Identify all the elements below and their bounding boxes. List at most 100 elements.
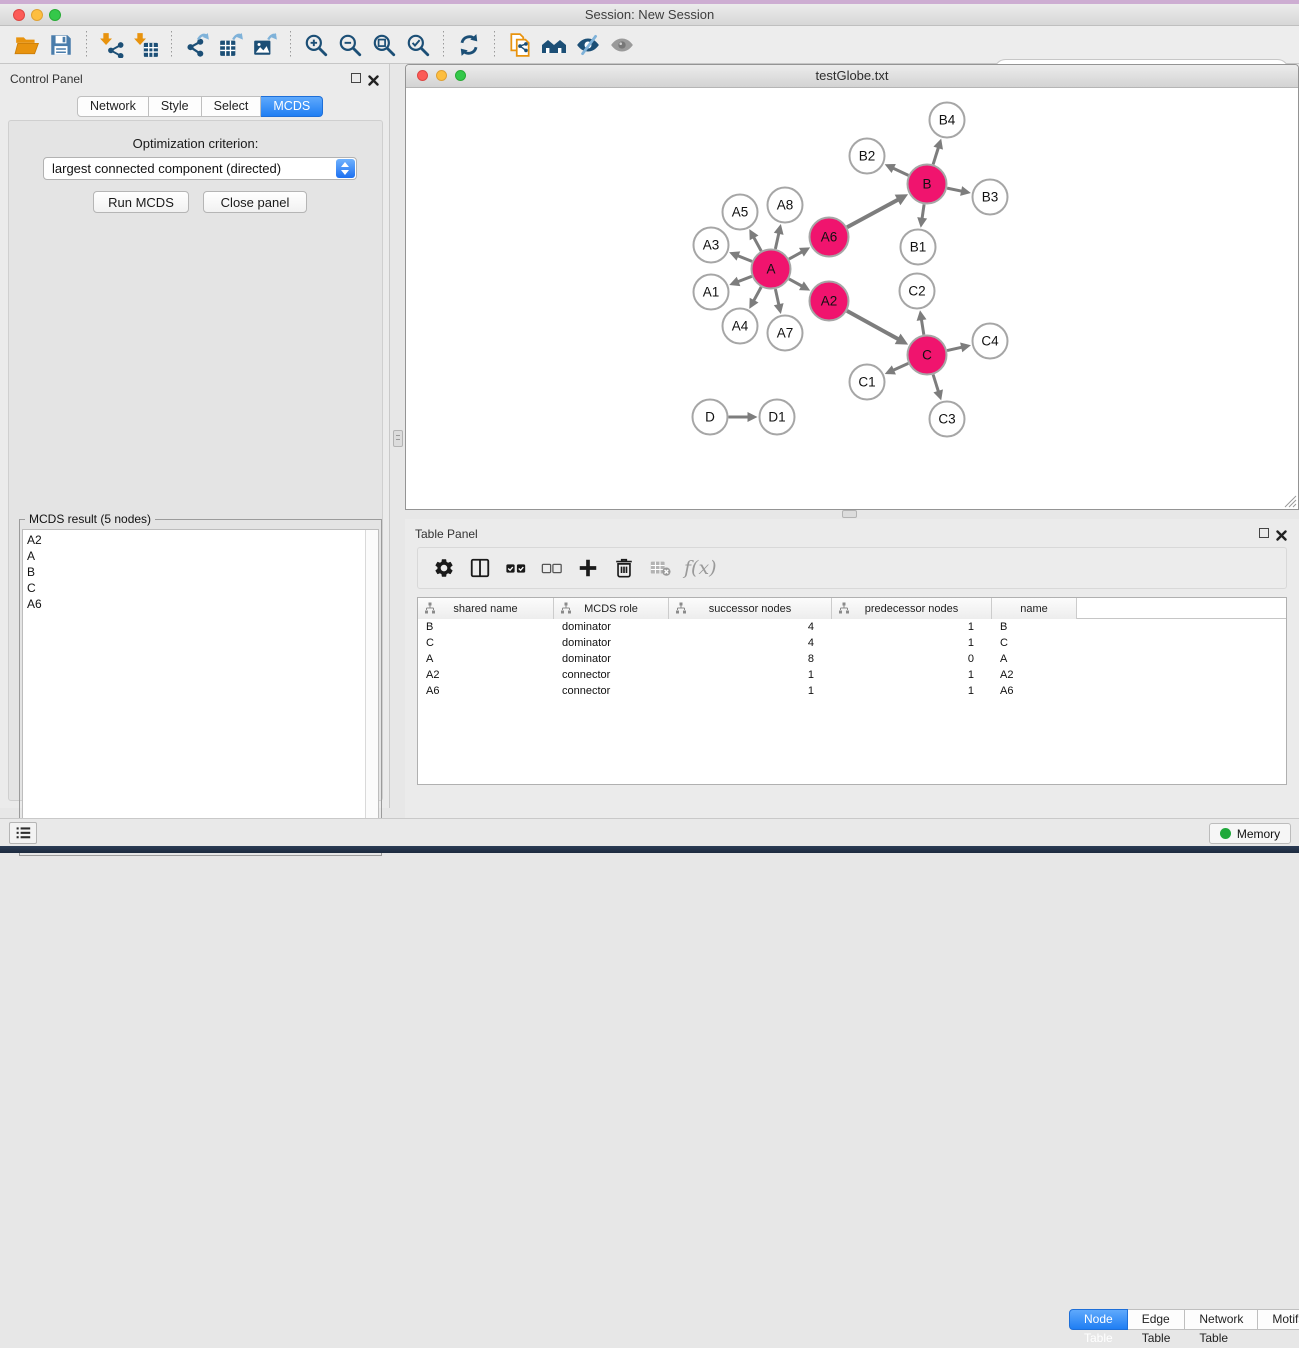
table-cell[interactable]: 1 xyxy=(669,667,832,683)
window-resize-grip[interactable] xyxy=(1284,495,1297,508)
run-mcds-button[interactable]: Run MCDS xyxy=(93,191,189,213)
table-cell[interactable]: 1 xyxy=(832,635,992,651)
memory-button[interactable]: Memory xyxy=(1209,823,1291,844)
zoom-in-button[interactable] xyxy=(299,29,333,61)
tab-edge-table[interactable]: Edge Table xyxy=(1128,1309,1186,1330)
table-cell[interactable]: 8 xyxy=(669,651,832,667)
close-panel-icon[interactable] xyxy=(1276,528,1287,539)
graph-edge-A-A2[interactable] xyxy=(789,279,803,287)
table-cell[interactable]: A2 xyxy=(418,667,554,683)
table-cell[interactable]: dominator xyxy=(554,651,669,667)
export-table-button[interactable] xyxy=(214,29,248,61)
result-list-scrollbar[interactable] xyxy=(365,530,378,852)
graph-edge-A-A1[interactable] xyxy=(737,276,752,282)
column-header-shared-name[interactable]: shared name xyxy=(418,598,554,619)
column-chooser-button[interactable] xyxy=(462,551,498,585)
hide-selected-button[interactable] xyxy=(571,29,605,61)
table-row[interactable]: A6connector11A6 xyxy=(418,683,1286,699)
tab-node-table[interactable]: Node Table xyxy=(1069,1309,1128,1330)
table-row[interactable]: Adominator80A xyxy=(418,651,1286,667)
graph-edge-B-B4[interactable] xyxy=(933,146,939,164)
result-list-item[interactable]: C xyxy=(27,580,364,596)
table-cell[interactable]: 1 xyxy=(669,683,832,699)
close-panel-icon[interactable] xyxy=(368,73,379,84)
table-cell[interactable]: C xyxy=(992,635,1077,651)
tab-motifs[interactable]: Motifs xyxy=(1258,1309,1299,1330)
export-image-button[interactable] xyxy=(248,29,282,61)
horizontal-splitter-grip[interactable] xyxy=(842,510,857,518)
float-panel-icon[interactable] xyxy=(351,73,361,83)
refresh-button[interactable] xyxy=(452,29,486,61)
table-cell[interactable]: A6 xyxy=(418,683,554,699)
graph-edge-C-C1[interactable] xyxy=(892,363,908,370)
table-cell[interactable]: 4 xyxy=(669,619,832,635)
table-cell[interactable]: C xyxy=(418,635,554,651)
graph-edge-A2-C[interactable] xyxy=(847,311,899,340)
new-network-from-selection-button[interactable] xyxy=(503,29,537,61)
zoom-fit-button[interactable] xyxy=(367,29,401,61)
column-header-name[interactable]: name xyxy=(992,598,1077,619)
graph-edge-B-B2[interactable] xyxy=(892,168,909,176)
graph-edge-C-C4[interactable] xyxy=(947,347,963,351)
zoom-out-button[interactable] xyxy=(333,29,367,61)
graph-edge-A-A3[interactable] xyxy=(737,255,752,261)
tab-network[interactable]: Network xyxy=(77,96,149,117)
minimize-view-button[interactable] xyxy=(436,70,447,81)
criterion-select[interactable]: largest connected component (directed) xyxy=(43,157,357,180)
float-panel-icon[interactable] xyxy=(1259,528,1269,538)
table-cell[interactable]: 1 xyxy=(832,619,992,635)
table-cell[interactable]: A xyxy=(418,651,554,667)
add-row-button[interactable] xyxy=(570,551,606,585)
tab-style[interactable]: Style xyxy=(149,96,202,117)
vertical-splitter-grip[interactable] xyxy=(393,430,403,447)
graph-edge-A-A7[interactable] xyxy=(775,289,779,306)
graph-edge-A-A8[interactable] xyxy=(775,232,779,249)
result-list-item[interactable]: B xyxy=(27,564,364,580)
graph-edge-A-A4[interactable] xyxy=(753,287,761,302)
import-network-button[interactable] xyxy=(95,29,129,61)
table-cell[interactable]: A xyxy=(992,651,1077,667)
graph-edge-A6-B[interactable] xyxy=(847,199,899,227)
graph-edge-C-C3[interactable] xyxy=(933,375,939,393)
task-history-button[interactable] xyxy=(9,822,37,844)
tab-mcds[interactable]: MCDS xyxy=(261,96,323,117)
column-header-successor-nodes[interactable]: successor nodes xyxy=(669,598,832,619)
network-window-titlebar[interactable]: testGlobe.txt xyxy=(406,65,1298,88)
result-list-item[interactable]: A xyxy=(27,548,364,564)
graph-edge-C-C2[interactable] xyxy=(921,318,924,335)
table-cell[interactable]: 0 xyxy=(832,651,992,667)
graph-edge-B-B3[interactable] xyxy=(947,188,963,191)
save-session-button[interactable] xyxy=(44,29,78,61)
function-builder-button[interactable]: f(x) xyxy=(684,557,717,579)
close-view-button[interactable] xyxy=(417,70,428,81)
table-cell[interactable]: B xyxy=(992,619,1077,635)
export-network-button[interactable] xyxy=(180,29,214,61)
show-hidden-button[interactable] xyxy=(605,29,639,61)
graph-edge-A-A6[interactable] xyxy=(789,251,803,259)
table-cell[interactable]: 1 xyxy=(832,667,992,683)
table-cell[interactable]: 4 xyxy=(669,635,832,651)
table-cell[interactable]: A6 xyxy=(992,683,1077,699)
tab-network-table[interactable]: Network Table xyxy=(1185,1309,1258,1330)
table-cell[interactable]: B xyxy=(418,619,554,635)
column-header-predecessor-nodes[interactable]: predecessor nodes xyxy=(832,598,992,619)
delete-row-button[interactable] xyxy=(606,551,642,585)
open-file-button[interactable] xyxy=(10,29,44,61)
table-cell[interactable]: A2 xyxy=(992,667,1077,683)
table-row[interactable]: Bdominator41B xyxy=(418,619,1286,635)
table-settings-button[interactable] xyxy=(426,551,462,585)
table-row[interactable]: Cdominator41C xyxy=(418,635,1286,651)
table-cell[interactable]: connector xyxy=(554,683,669,699)
result-list-item[interactable]: A2 xyxy=(27,532,364,548)
zoom-selected-button[interactable] xyxy=(401,29,435,61)
network-canvas[interactable]: B4B2BB3A8A5A6B1A3AA1C2A2A4A7C4CC1C3DD1 xyxy=(406,88,1298,509)
table-row[interactable]: A2connector11A2 xyxy=(418,667,1286,683)
graph-edge-A-A5[interactable] xyxy=(753,236,761,251)
first-neighbors-button[interactable] xyxy=(537,29,571,61)
minimize-window-button[interactable] xyxy=(31,9,43,21)
close-window-button[interactable] xyxy=(13,9,25,21)
tab-select[interactable]: Select xyxy=(202,96,262,117)
table-cell[interactable]: dominator xyxy=(554,619,669,635)
table-cell[interactable]: 1 xyxy=(832,683,992,699)
result-list-item[interactable]: A6 xyxy=(27,596,364,612)
